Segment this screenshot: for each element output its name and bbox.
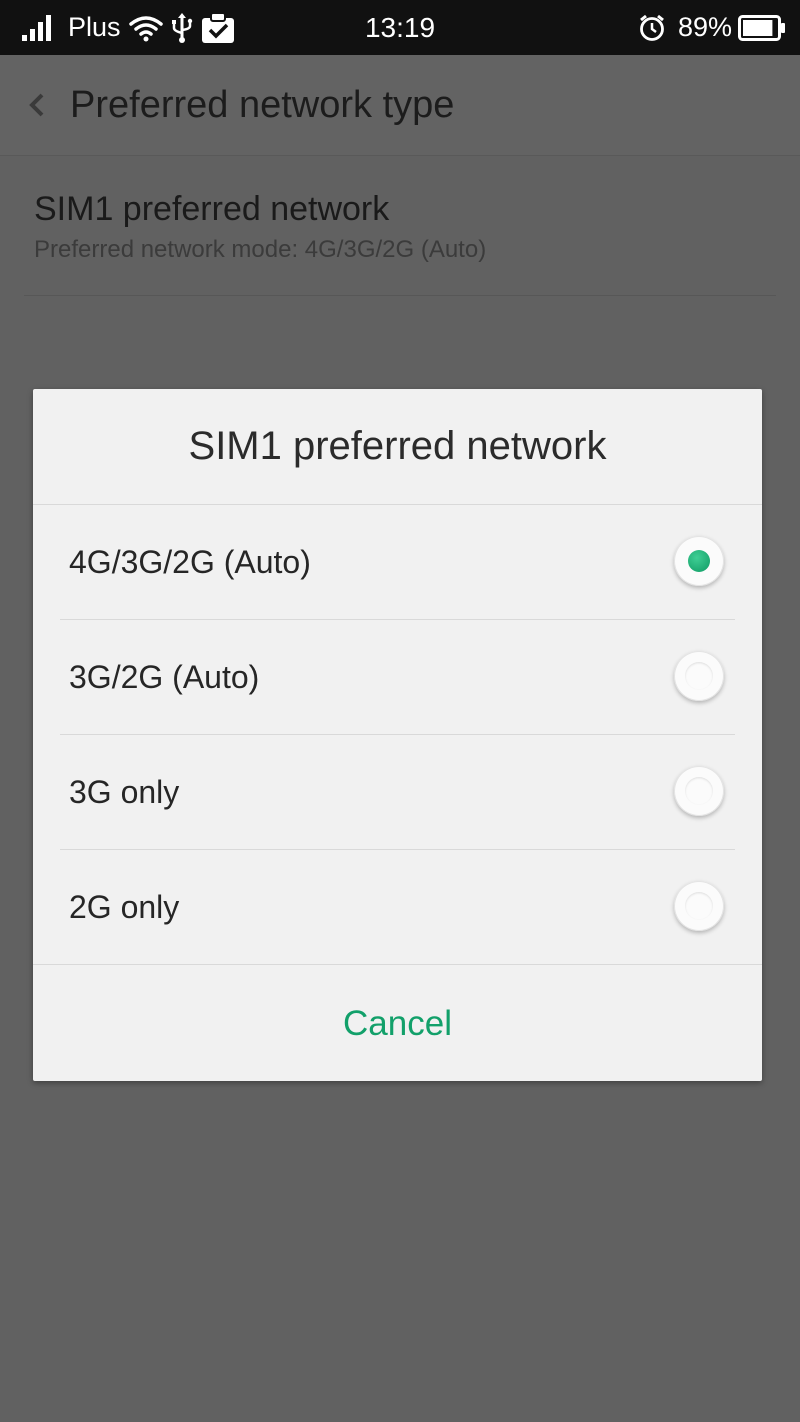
clipboard-check-icon [201,11,235,44]
option-label: 2G only [69,889,180,925]
chevron-left-icon [29,93,44,117]
setting-title: SIM1 preferred network [34,190,390,228]
option-2g-only[interactable]: 2G only [33,850,762,965]
option-list: 4G/3G/2G (Auto) 3G/2G (Auto) 3G only 2G … [33,505,762,965]
carrier-name: Plus [68,12,121,42]
option-label: 3G only [69,774,180,810]
status-bar: Plus 13:19 89% [0,0,800,55]
status-bar-right: 89% [638,0,786,55]
sim1-preferred-network-setting[interactable]: SIM1 preferred network Preferred network… [0,156,800,296]
option-label: 4G/3G/2G (Auto) [69,544,311,580]
battery-percent: 89% [677,12,732,42]
status-bar-left: Plus [22,0,243,55]
radio-button[interactable] [674,766,724,816]
radio-button[interactable] [674,881,724,931]
radio-button[interactable] [674,651,724,701]
setting-summary: Preferred network mode: 4G/3G/2G (Auto) [34,236,487,263]
cancel-button[interactable]: Cancel [33,967,762,1081]
dialog-title: SIM1 preferred network [33,389,762,505]
divider [33,964,762,965]
alarm-icon [638,14,666,42]
radio-indicator [685,892,713,920]
battery-icon [738,14,786,41]
option-label: 3G/2G (Auto) [69,659,260,695]
option-3g-2g-auto[interactable]: 3G/2G (Auto) [33,620,762,735]
usb-icon [171,12,193,43]
radio-button[interactable] [674,536,724,586]
wifi-icon [128,14,163,42]
radio-indicator [685,662,713,690]
app-bar: Preferred network type [0,55,800,156]
option-4g-3g-2g-auto[interactable]: 4G/3G/2G (Auto) [33,505,762,620]
page-title: Preferred network type [70,83,455,126]
back-button[interactable] [20,85,54,125]
radio-indicator [688,550,710,572]
network-selection-dialog: SIM1 preferred network 4G/3G/2G (Auto) 3… [33,389,762,1081]
signal-icon [22,14,52,41]
divider [24,295,776,296]
option-3g-only[interactable]: 3G only [33,735,762,850]
radio-indicator [685,777,713,805]
